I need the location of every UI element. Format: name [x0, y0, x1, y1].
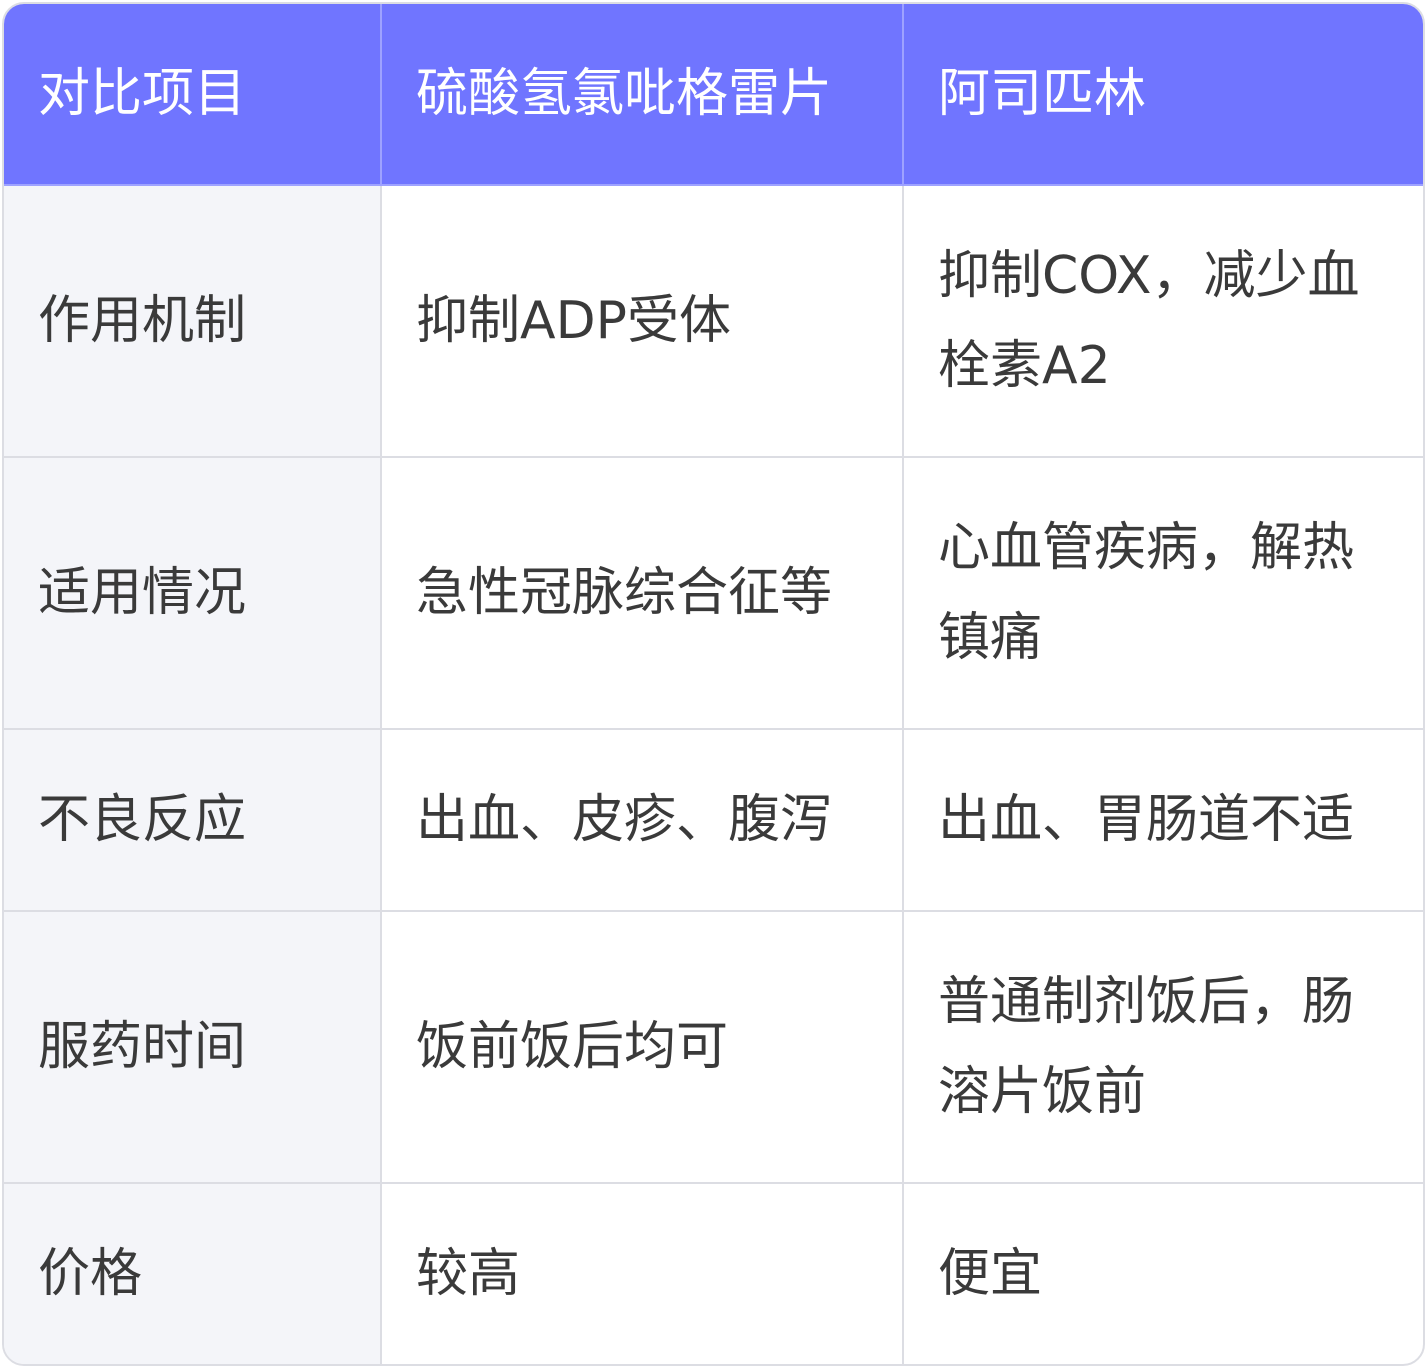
table-row: 不良反应 出血、皮疹、腹泻 出血、胃肠道不适: [4, 728, 1423, 912]
row-label-mechanism: 作用机制: [4, 184, 382, 458]
table-body: 作用机制 抑制ADP受体 抑制COX，减少血栓素A2 适用情况 急性冠脉综合征等…: [4, 184, 1423, 1364]
cell-aspirin-indication: 心血管疾病，解热镇痛: [902, 456, 1423, 730]
cell-clopidogrel-mechanism: 抑制ADP受体: [380, 184, 904, 458]
header-row: 对比项目 硫酸氢氯吡格雷片 阿司匹林: [4, 4, 1423, 186]
cell-aspirin-side-effects: 出血、胃肠道不适: [902, 728, 1423, 912]
row-label-dosing-time: 服药时间: [4, 910, 382, 1184]
row-label-indication: 适用情况: [4, 456, 382, 730]
cell-clopidogrel-dosing-time: 饭前饭后均可: [380, 910, 904, 1184]
cell-aspirin-mechanism: 抑制COX，减少血栓素A2: [902, 184, 1423, 458]
table-row: 服药时间 饭前饭后均可 普通制剂饭后，肠溶片饭前: [4, 910, 1423, 1184]
table-row: 适用情况 急性冠脉综合征等 心血管疾病，解热镇痛: [4, 456, 1423, 730]
comparison-table: 对比项目 硫酸氢氯吡格雷片 阿司匹林 作用机制 抑制ADP受体 抑制COX，减少…: [4, 4, 1423, 1364]
cell-aspirin-price: 便宜: [902, 1182, 1423, 1364]
cell-clopidogrel-price: 较高: [380, 1182, 904, 1364]
row-label-price: 价格: [4, 1182, 382, 1364]
cell-clopidogrel-side-effects: 出血、皮疹、腹泻: [380, 728, 904, 912]
comparison-table-card: 对比项目 硫酸氢氯吡格雷片 阿司匹林 作用机制 抑制ADP受体 抑制COX，减少…: [2, 2, 1425, 1366]
table-row: 价格 较高 便宜: [4, 1182, 1423, 1364]
table-row: 作用机制 抑制ADP受体 抑制COX，减少血栓素A2: [4, 184, 1423, 458]
table-header: 对比项目 硫酸氢氯吡格雷片 阿司匹林: [4, 4, 1423, 186]
header-cell-clopidogrel: 硫酸氢氯吡格雷片: [380, 4, 904, 186]
row-label-side-effects: 不良反应: [4, 728, 382, 912]
header-cell-aspirin: 阿司匹林: [902, 4, 1423, 186]
header-cell-item: 对比项目: [4, 4, 382, 186]
cell-clopidogrel-indication: 急性冠脉综合征等: [380, 456, 904, 730]
cell-aspirin-dosing-time: 普通制剂饭后，肠溶片饭前: [902, 910, 1423, 1184]
